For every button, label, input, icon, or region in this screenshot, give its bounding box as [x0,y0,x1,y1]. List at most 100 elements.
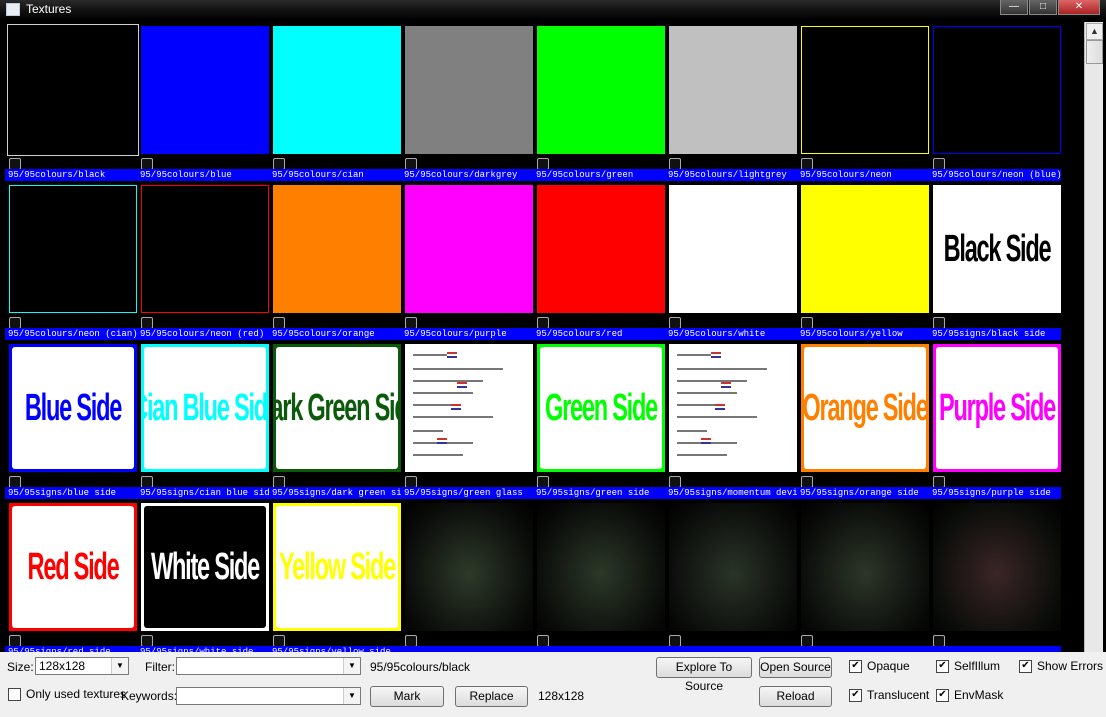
texture-preview[interactable] [141,185,269,313]
texture-tile[interactable]: 95/95colours/neon (red) [137,181,269,340]
texture-preview[interactable]: Green Side [537,344,665,472]
texture-preview[interactable] [801,185,929,313]
texture-preview[interactable] [669,503,797,631]
mark-button[interactable]: Mark [370,686,444,707]
texture-tile[interactable]: 95/95colours/neon (blue) [929,22,1061,181]
texture-preview[interactable]: Blue Side [9,344,137,472]
texture-preview[interactable]: Red Side [9,503,137,631]
texture-tile[interactable]: Black Side 95/95signs/black side [929,181,1061,340]
texture-preview[interactable] [405,26,533,154]
texture-preview[interactable]: White Side [141,503,269,631]
texture-tile[interactable]: 95/95colours/lightgrey [665,22,797,181]
texture-tile[interactable]: 95/95colours/cian [269,22,401,181]
chevron-down-icon[interactable]: ▼ [343,688,360,704]
texture-preview[interactable] [273,26,401,154]
texture-preview[interactable] [537,26,665,154]
texture-tile[interactable]: 95/95colours/neon [797,22,929,181]
texture-preview[interactable] [9,185,137,313]
maximize-button[interactable]: □ [1029,0,1057,15]
texture-preview[interactable] [537,503,665,631]
texture-tile[interactable]: White Side 95/95signs/white side [137,499,269,652]
text-line [677,416,757,418]
texture-tile[interactable]: Purple Side 95/95signs/purple side [929,340,1061,499]
scrollbar-thumb[interactable] [1086,40,1103,64]
texture-preview[interactable] [801,503,929,631]
texture-preview[interactable]: Black Side [933,185,1061,313]
chevron-down-icon[interactable]: ▼ [343,658,360,674]
texture-tile[interactable]: Orange Side 95/95signs/orange side [797,340,929,499]
texture-tile[interactable]: 95/95colours/darkgrey [401,22,533,181]
texture-tile[interactable]: 95/95colours/red [533,181,665,340]
checkbox-box[interactable]: ✔ [936,660,949,673]
texture-name-label: 95/95colours/red [533,328,665,340]
close-button[interactable]: ✕ [1058,0,1100,15]
sign-text: Dark Green Side [276,387,398,429]
texture-preview[interactable]: Yellow Side [273,503,401,631]
texture-tile[interactable]: 95/95colours/black [5,22,139,181]
texture-tile[interactable] [401,499,533,652]
chevron-down-icon[interactable]: ▼ [111,658,128,674]
texture-preview[interactable]: Cian Blue Side [141,344,269,472]
texture-name-label: 95/95signs/green side [533,487,665,499]
scroll-up-arrow-icon[interactable]: ▲ [1086,23,1103,40]
texture-tile[interactable]: Cian Blue Side 95/95signs/cian blue side [137,340,269,499]
texture-preview[interactable] [669,185,797,313]
filter-label: Filter: [145,660,175,674]
texture-tile[interactable]: 95/95colours/purple [401,181,533,340]
texture-tile[interactable]: 95/95colours/orange [269,181,401,340]
size-select[interactable]: 128x128 ▼ [35,657,129,675]
explore-to-source-button[interactable]: Explore To Source [656,657,752,693]
sign-panel: Purple Side [936,347,1058,469]
texture-name-label: 95/95colours/white [665,328,797,340]
texture-preview[interactable] [933,503,1061,631]
texture-preview[interactable] [669,344,797,472]
texture-preview[interactable] [405,503,533,631]
texture-preview[interactable]: Orange Side [801,344,929,472]
sign-panel: Cian Blue Side [144,347,266,469]
vertical-scrollbar[interactable]: ▲ [1084,22,1103,652]
flag-icon [447,352,457,358]
selected-texture-size: 128x128 [538,689,585,703]
texture-preview[interactable]: Purple Side [933,344,1061,472]
filter-combo[interactable]: ▼ [176,657,361,675]
texture-name-label: 95/95colours/neon (red) [137,328,269,340]
texture-preview[interactable] [669,26,797,154]
texture-tile[interactable]: 95/95signs/green glass [401,340,533,499]
checkbox-box[interactable]: ✔ [849,660,862,673]
minimize-button[interactable]: — [1000,0,1028,15]
texture-tile[interactable] [533,499,665,652]
texture-tile[interactable]: 95/95colours/green [533,22,665,181]
texture-preview[interactable] [7,24,139,156]
texture-tile[interactable]: Dark Green Side 95/95signs/dark green sid… [269,340,401,499]
texture-tile[interactable]: Red Side 95/95signs/red side [5,499,137,652]
reload-button[interactable]: Reload [759,686,832,707]
texture-preview[interactable] [141,26,269,154]
checkbox-box[interactable] [8,688,21,701]
texture-name-label: 95/95colours/lightgrey [665,169,797,181]
checkbox-box[interactable]: ✔ [936,689,949,702]
texture-preview[interactable] [405,185,533,313]
replace-button[interactable]: Replace [455,686,528,707]
texture-tile[interactable]: Green Side 95/95signs/green side [533,340,665,499]
texture-tile[interactable] [797,499,929,652]
selected-texture-name: 95/95colours/black [370,660,471,674]
open-source-button[interactable]: Open Source [759,657,832,678]
texture-tile[interactable] [665,499,797,652]
texture-tile[interactable]: 95/95colours/yellow [797,181,929,340]
texture-tile[interactable] [929,499,1061,652]
checkbox-box[interactable]: ✔ [1019,660,1032,673]
texture-tile[interactable]: 95/95signs/momentum device [665,340,797,499]
texture-preview[interactable] [273,185,401,313]
checkbox-box[interactable]: ✔ [849,689,862,702]
texture-preview[interactable]: Dark Green Side [273,344,401,472]
texture-tile[interactable]: 95/95colours/blue [137,22,269,181]
texture-tile[interactable]: Yellow Side 95/95signs/yellow side [269,499,401,652]
texture-tile[interactable]: Blue Side 95/95signs/blue side [5,340,137,499]
texture-preview[interactable] [933,26,1061,154]
texture-preview[interactable] [801,26,929,154]
texture-preview[interactable] [405,344,533,472]
keywords-combo[interactable]: ▼ [176,687,361,705]
texture-tile[interactable]: 95/95colours/white [665,181,797,340]
texture-preview[interactable] [537,185,665,313]
texture-tile[interactable]: 95/95colours/neon (cian) [5,181,137,340]
